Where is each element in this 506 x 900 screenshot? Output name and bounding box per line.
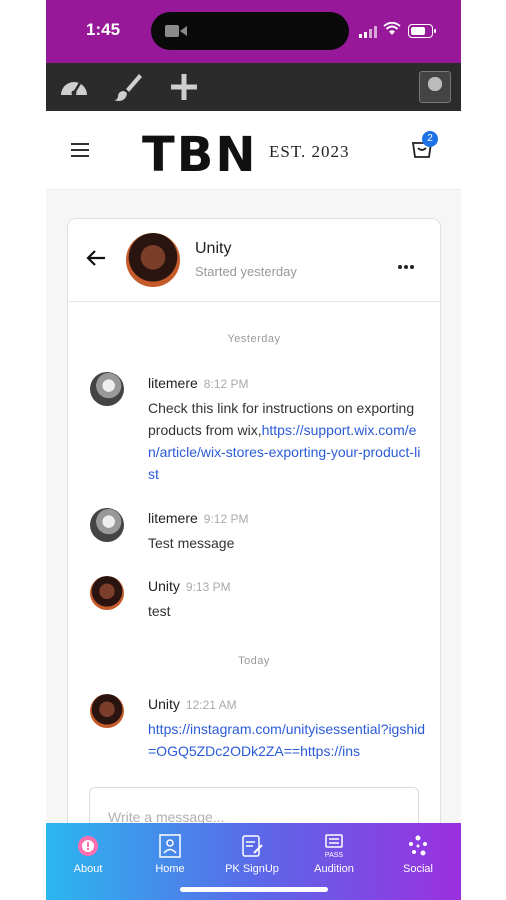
message-author: Unity 12:21 AM [148,696,237,712]
site-logo[interactable]: TBN [142,125,258,185]
home-icon [159,834,181,858]
nav-item-about[interactable]: About [48,833,128,875]
cellular-signal-icon [359,26,377,38]
more-options-icon[interactable] [398,256,420,269]
conversation-status: Started yesterday [195,264,297,279]
message-text: Test message [148,535,235,551]
message-author: Unity 9:13 PM [148,578,231,594]
nav-label: Audition [314,863,354,875]
status-time: 1:45 [86,20,121,39]
contact-avatar[interactable] [126,233,180,287]
home-indicator[interactable] [180,887,328,892]
chat-window: Unity Started yesterday Yesterday liteme… [67,218,441,840]
nav-label: Home [155,863,185,875]
message-author: litemere 8:12 PM [148,375,249,391]
message-avatar[interactable] [90,508,124,542]
signup-form-icon [242,835,263,857]
nav-item-pk-signup[interactable]: PK SignUp [212,833,292,875]
nav-item-home[interactable]: Home [130,833,210,875]
day-separator: Today [238,655,270,667]
nav-item-audition[interactable]: PASS Audition [294,833,374,875]
site-header: TBN EST. 2023 2 [46,111,461,190]
message-time: 9:12 PM [203,512,249,526]
message-time: 12:21 AM [185,698,237,712]
wifi-icon [383,22,401,35]
chat-header: Unity Started yesterday [68,219,440,302]
svg-text:PASS: PASS [325,852,343,859]
editor-toolbar [46,63,461,111]
site-established: EST. 2023 [269,142,350,161]
message-time: 8:12 PM [203,377,249,391]
cart-count-badge: 2 [422,131,438,147]
message-text: test [148,603,171,619]
contact-name: Unity [195,240,232,257]
user-avatar[interactable] [419,71,451,103]
hamburger-menu-icon[interactable] [71,143,89,157]
nav-item-social[interactable]: Social [378,833,458,875]
nav-label: Social [403,863,433,875]
message-time: 9:13 PM [185,580,231,594]
nav-label: About [73,863,103,875]
message-avatar[interactable] [90,694,124,728]
message-avatar[interactable] [90,576,124,610]
pass-ticket-icon: PASS [325,834,343,859]
message-author: litemere 9:12 PM [148,510,249,526]
dynamic-island [151,12,349,50]
social-network-icon [409,835,427,856]
bottom-navigation: About Home PK SignUp PASS Audition Socia… [46,823,461,900]
dashboard-icon[interactable] [58,71,90,103]
message-text: Check this link for instructions on expo… [148,400,421,482]
brush-icon[interactable] [112,71,144,103]
nav-label: PK SignUp [225,863,279,875]
day-separator: Yesterday [227,333,281,345]
info-icon [78,836,98,856]
status-bar: 1:45 [46,0,461,63]
plus-icon[interactable] [168,71,200,103]
message-link[interactable]: https://instagram.com/unityisessential?i… [148,721,425,759]
video-camera-icon [165,25,187,37]
battery-icon [408,24,436,38]
message-text: https://instagram.com/unityisessential?i… [148,718,428,762]
back-arrow-icon[interactable] [86,249,106,267]
message-avatar[interactable] [90,372,124,406]
